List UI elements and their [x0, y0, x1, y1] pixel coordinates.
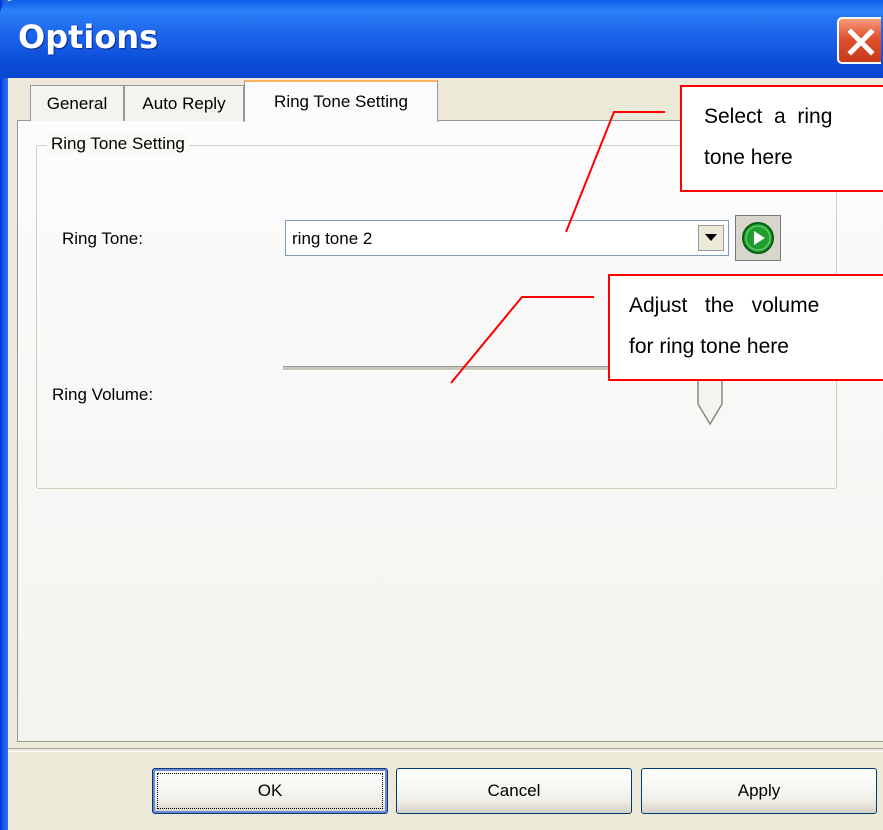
- tab-auto-reply[interactable]: Auto Reply: [124, 85, 244, 121]
- tab-ring-tone-setting[interactable]: Ring Tone Setting: [244, 80, 438, 122]
- dropdown-button[interactable]: [698, 225, 724, 251]
- cancel-button-label: Cancel: [487, 781, 541, 800]
- close-button[interactable]: [837, 17, 881, 64]
- tab-label: Ring Tone Setting: [274, 92, 408, 111]
- close-icon: [847, 28, 875, 56]
- play-icon: [742, 222, 774, 254]
- callout-text: Select a ring: [704, 105, 833, 128]
- tab-label: General: [46, 93, 108, 113]
- ring-volume-callout: Adjust the volume for ring tone here: [608, 274, 883, 381]
- apply-button[interactable]: Apply: [641, 768, 877, 814]
- ring-tone-select[interactable]: ring tone 2: [285, 220, 729, 256]
- callout-text: for ring tone here: [629, 335, 789, 358]
- ring-tone-callout: Select a ring tone here: [680, 85, 883, 192]
- ok-button[interactable]: OK: [152, 768, 388, 814]
- footer-divider: [8, 748, 883, 752]
- groupbox-title: Ring Tone Setting: [47, 134, 189, 154]
- play-ring-tone-button[interactable]: [735, 215, 781, 261]
- chevron-down-icon: [705, 234, 717, 241]
- options-window: Options General Auto Reply Ring Tone Set…: [0, 0, 883, 830]
- tab-general[interactable]: General: [30, 85, 124, 121]
- focus-ring: [157, 773, 383, 809]
- callout-text: Adjust the volume: [629, 294, 820, 317]
- ring-tone-value: ring tone 2: [292, 229, 373, 248]
- tab-label: Auto Reply: [142, 93, 226, 113]
- window-title: Options: [18, 18, 159, 56]
- cancel-button[interactable]: Cancel: [396, 768, 632, 814]
- ring-volume-label: Ring Volume:: [52, 385, 154, 404]
- ring-tone-label: Ring Tone:: [62, 229, 143, 248]
- title-bar[interactable]: Options: [0, 0, 883, 78]
- window-left-border: [0, 0, 8, 830]
- apply-button-label: Apply: [737, 781, 781, 800]
- callout-text: tone here: [704, 146, 793, 169]
